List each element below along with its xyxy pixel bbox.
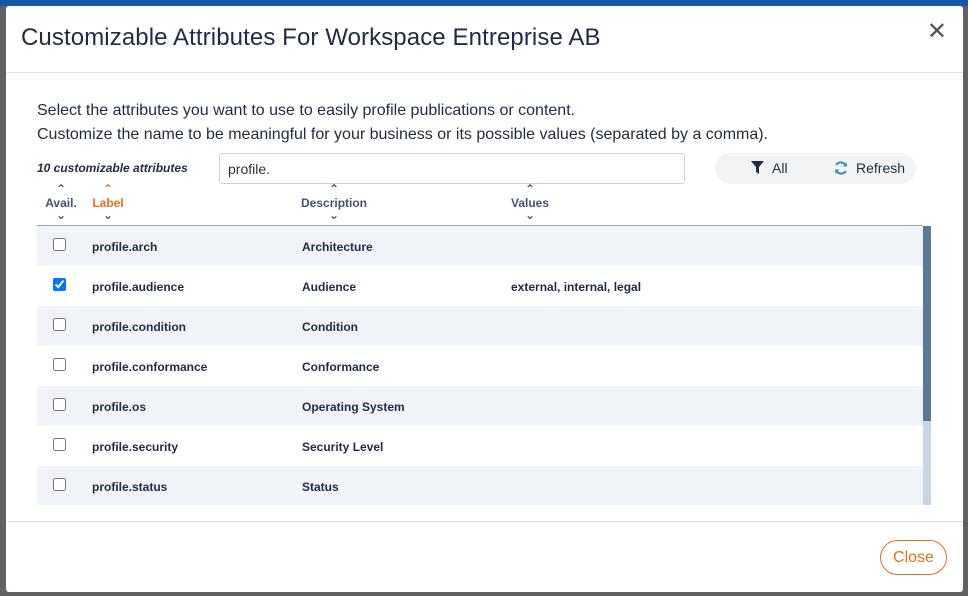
sort-up-icon[interactable]: ⌃: [92, 183, 124, 195]
table-scrollbar[interactable]: [923, 226, 931, 505]
sort-down-icon[interactable]: ⌄: [92, 209, 124, 221]
dialog-footer: [6, 521, 963, 592]
attribute-description[interactable]: Audience: [302, 280, 356, 294]
attributes-dialog: Customizable Attributes For Workspace En…: [6, 6, 963, 592]
table-row: profile.arch Architecture: [37, 226, 923, 266]
refresh-button[interactable]: Refresh: [834, 160, 905, 176]
table-row: profile.condition Condition: [37, 306, 923, 346]
filter-input[interactable]: [219, 153, 685, 184]
close-icon[interactable]: ✕: [927, 20, 947, 44]
attribute-description[interactable]: Operating System: [302, 400, 405, 414]
attribute-label[interactable]: profile.conformance: [92, 360, 207, 374]
column-header-avail[interactable]: ⌃ Avail. ⌄: [44, 183, 78, 221]
table-row: profile.status Status: [37, 466, 923, 505]
availability-checkbox-input[interactable]: [53, 278, 66, 291]
table-row: profile.conformance Conformance: [37, 346, 923, 386]
availability-checkbox[interactable]: [53, 438, 66, 451]
attribute-label[interactable]: profile.os: [92, 400, 146, 414]
scrollbar-thumb[interactable]: [923, 226, 931, 421]
availability-checkbox[interactable]: [53, 238, 66, 251]
all-filter-label: All: [772, 160, 788, 176]
attribute-label[interactable]: profile.security: [92, 440, 178, 454]
availability-checkbox[interactable]: [53, 398, 66, 411]
availability-checkbox-input[interactable]: [53, 358, 66, 371]
all-filter-button[interactable]: All: [751, 160, 788, 176]
sort-down-icon[interactable]: ⌄: [44, 209, 78, 221]
availability-checkbox-input[interactable]: [53, 478, 66, 491]
column-header-description[interactable]: ⌃ Description ⌄: [301, 183, 367, 221]
sort-up-icon[interactable]: ⌃: [44, 183, 78, 195]
availability-checkbox[interactable]: [53, 318, 66, 331]
intro-line-2: Customize the name to be meaningful for …: [37, 126, 769, 143]
table-row: profile.security Security Level: [37, 426, 923, 466]
attribute-description[interactable]: Security Level: [302, 440, 383, 454]
table-row: profile.os Operating System: [37, 386, 923, 426]
availability-checkbox-input[interactable]: [53, 398, 66, 411]
dialog-header: Customizable Attributes For Workspace En…: [6, 6, 963, 73]
funnel-icon: [751, 161, 764, 174]
availability-checkbox-input[interactable]: [53, 238, 66, 251]
availability-checkbox-input[interactable]: [53, 438, 66, 451]
availability-checkbox[interactable]: [53, 278, 66, 291]
sort-up-icon[interactable]: ⌃: [301, 183, 367, 195]
sort-up-icon[interactable]: ⌃: [510, 183, 550, 195]
attribute-label[interactable]: profile.status: [92, 480, 167, 494]
refresh-icon: [835, 161, 847, 175]
intro-line-1: Select the attributes you want to use to…: [37, 102, 576, 119]
availability-checkbox[interactable]: [53, 358, 66, 371]
filter-button-group: All Refresh: [715, 153, 916, 184]
availability-checkbox[interactable]: [53, 478, 66, 491]
column-header-values[interactable]: ⌃ Values ⌄: [510, 183, 550, 221]
attributes-table: profile.arch Architecture profile.audien…: [37, 225, 923, 505]
attribute-label[interactable]: profile.condition: [92, 320, 186, 334]
sort-down-icon[interactable]: ⌄: [510, 209, 550, 221]
attribute-description[interactable]: Conformance: [302, 360, 379, 374]
attribute-label[interactable]: profile.audience: [92, 280, 184, 294]
column-header-label[interactable]: ⌃ Label ⌄: [92, 183, 124, 221]
attribute-label[interactable]: profile.arch: [92, 240, 157, 254]
dialog-title: Customizable Attributes For Workspace En…: [21, 24, 601, 51]
close-button[interactable]: Close: [880, 540, 947, 575]
attribute-description[interactable]: Architecture: [302, 240, 373, 254]
sort-down-icon[interactable]: ⌄: [301, 209, 367, 221]
attribute-values[interactable]: external, internal, legal: [511, 280, 641, 294]
table-row: profile.audience Audience external, inte…: [37, 266, 923, 306]
attribute-description[interactable]: Status: [302, 480, 339, 494]
refresh-label: Refresh: [856, 160, 906, 176]
attribute-count: 10 customizable attributes: [37, 161, 188, 175]
dialog-intro: Select the attributes you want to use to…: [37, 99, 768, 147]
attribute-description[interactable]: Condition: [302, 320, 358, 334]
availability-checkbox-input[interactable]: [53, 318, 66, 331]
